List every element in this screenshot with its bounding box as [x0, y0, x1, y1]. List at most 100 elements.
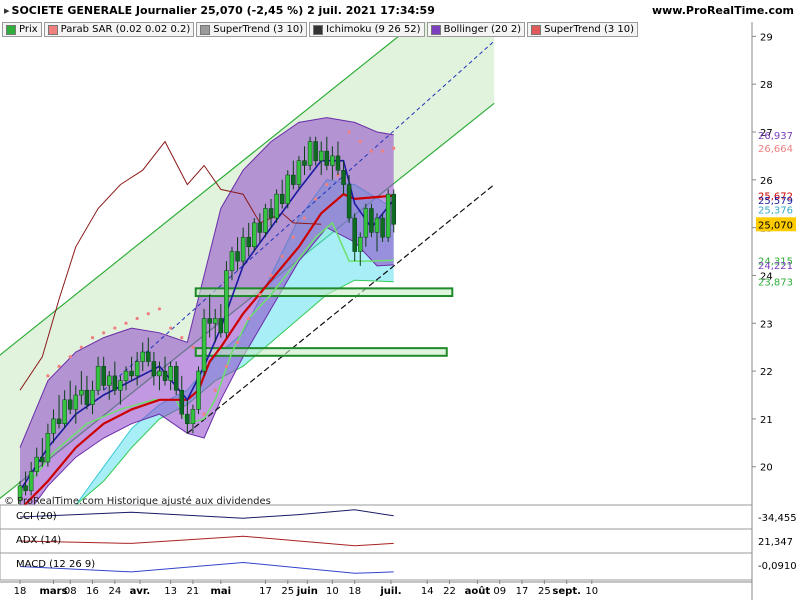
x-tick-label: 10 — [326, 586, 339, 597]
legend-swatch-icon — [531, 24, 542, 35]
candle-body — [229, 251, 235, 271]
legend-label: SuperTrend (3 10) — [544, 24, 635, 35]
x-tick-label: 25 — [281, 586, 294, 597]
candle-body — [129, 370, 134, 377]
legend-item[interactable]: Ichimoku (9 26 52) — [309, 22, 425, 37]
price-label: 26,937 — [758, 131, 793, 142]
candle-body — [318, 150, 324, 161]
candle-body — [190, 409, 196, 424]
price-label: 25,070 — [758, 220, 793, 231]
candle-body — [324, 150, 330, 166]
sar-dot — [202, 412, 206, 416]
y-tick-label: 28 — [760, 80, 773, 91]
sar-dot — [347, 130, 351, 134]
legend-label: Prix — [19, 24, 38, 35]
candle-body — [252, 222, 257, 248]
candle-body — [140, 351, 145, 362]
candle-body — [157, 370, 162, 377]
candle-body — [123, 370, 129, 381]
candle-body — [358, 236, 363, 252]
x-tick-label: 21 — [187, 586, 200, 597]
legend-swatch-icon — [6, 24, 16, 35]
candle-body — [235, 251, 240, 262]
candle-body — [196, 370, 201, 410]
indicator-pane — [0, 528, 753, 554]
legend-item[interactable]: Bollinger (20 2) — [426, 22, 526, 37]
x-tick-label: août — [465, 585, 491, 597]
x-tick-label: 14 — [421, 586, 434, 597]
y-tick-label: 29 — [760, 32, 773, 43]
candle-body — [79, 389, 84, 396]
candle-body — [346, 184, 352, 219]
legend-label: Parab SAR (0.02 0.02 0.2) — [60, 24, 191, 35]
y-tick-label: 26 — [760, 176, 773, 187]
candle-body — [285, 174, 291, 204]
indicator-pane — [0, 552, 753, 581]
legend-item[interactable]: SuperTrend (3 10) — [527, 22, 639, 37]
x-tick-label: mai — [211, 586, 232, 597]
chart-area: CCI (20) -34,455 ADX (14) 21,347 MACD (12 26… — [0, 0, 800, 600]
sar-dot — [79, 345, 83, 349]
x-tick-label: 17 — [516, 586, 529, 597]
candle-body — [341, 169, 346, 185]
candle-body — [173, 366, 179, 391]
candle-body — [352, 217, 357, 252]
candle-body — [95, 366, 101, 391]
candle-body — [168, 366, 173, 381]
candle-body — [84, 389, 90, 405]
candle-body — [296, 160, 302, 185]
x-tick-label: 22 — [443, 586, 456, 597]
candle-body — [56, 418, 62, 424]
candle-body — [313, 141, 318, 161]
indicator-label: MACD (12 26 9) — [16, 559, 95, 570]
legend-item[interactable]: SuperTrend (3 10) — [196, 22, 308, 37]
sar-dot — [46, 374, 50, 378]
candle-body — [90, 389, 95, 405]
candle-body — [240, 236, 246, 262]
legend-swatch-icon — [430, 24, 441, 35]
sar-dot — [113, 326, 117, 330]
collapse-arrow-icon[interactable]: ▸ — [4, 4, 10, 17]
indicator-value: -0,0910 — [758, 561, 797, 572]
candle-body — [246, 236, 251, 248]
x-tick-label: 24 — [108, 586, 121, 597]
sar-dot — [180, 336, 184, 340]
sar-dot — [258, 292, 262, 297]
candle-body — [268, 208, 274, 219]
candle-body — [134, 361, 140, 377]
legend-swatch-icon — [47, 24, 58, 35]
site-link[interactable]: www.ProRealTime.com — [652, 4, 794, 17]
candle-body — [385, 193, 391, 238]
x-tick-label: juil. — [379, 586, 401, 597]
candle-body — [391, 193, 396, 225]
chart-title: ▸ SOCIETE GENERALE Journalier 25,070 (-2,… — [4, 4, 435, 17]
candle-body — [369, 208, 374, 233]
candle-body — [335, 155, 341, 171]
candle-body — [112, 375, 118, 391]
sar-dot — [191, 345, 195, 349]
candle-body — [151, 361, 157, 377]
legend-item[interactable]: Parab SAR (0.02 0.02 0.2) — [43, 22, 195, 37]
indicator-label: ADX (14) — [16, 535, 61, 546]
candle-body — [67, 399, 73, 410]
sar-dot — [68, 355, 72, 359]
copyright-note: © ProRealTime.com Historique ajusté aux … — [4, 495, 271, 507]
candle-body — [179, 389, 185, 415]
candle-body — [224, 270, 229, 334]
chart-header: ▸ SOCIETE GENERALE Journalier 25,070 (-2,… — [0, 0, 800, 22]
sar-dot — [169, 326, 173, 330]
x-tick-label: 10 — [585, 586, 598, 597]
sar-dot — [302, 216, 307, 220]
candle-body — [162, 370, 168, 381]
candle-body — [307, 141, 313, 166]
sar-dot — [213, 388, 217, 392]
sar-dot — [146, 312, 150, 316]
legend-item[interactable]: Prix — [2, 22, 42, 37]
candle-body — [257, 222, 263, 233]
sar-dot — [314, 197, 318, 201]
candle-body — [207, 318, 212, 324]
y-tick-label: 23 — [760, 319, 773, 330]
sar-dot — [392, 146, 396, 150]
sar-dot — [135, 316, 139, 321]
candle-body — [302, 160, 307, 166]
